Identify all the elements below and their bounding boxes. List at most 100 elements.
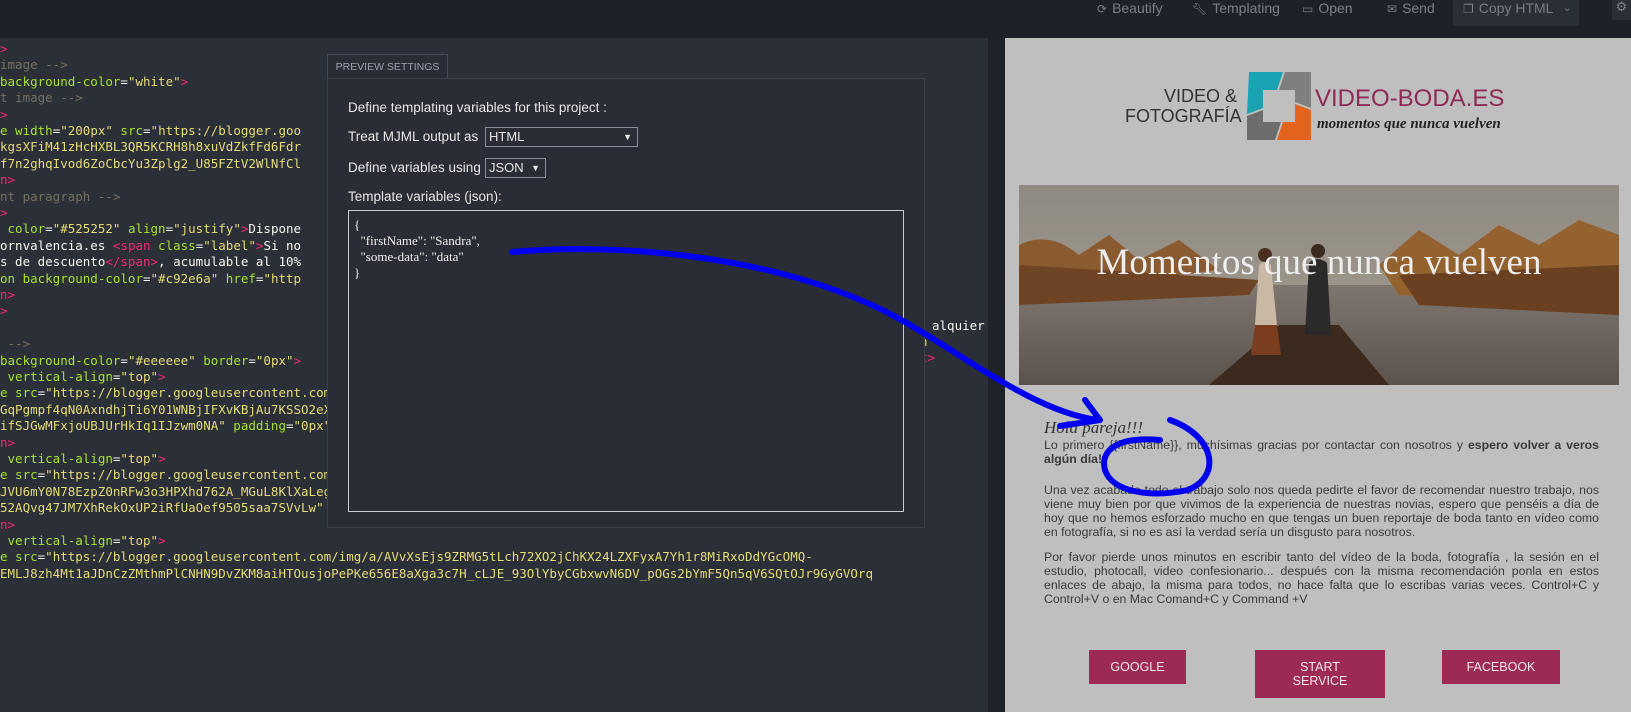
hero-image: Momentos que nunca vuelven bbox=[1019, 185, 1619, 385]
hero-title: Momentos que nunca vuelven bbox=[1096, 242, 1542, 283]
logo-left-text: VIDEO & FOTOGRAFÍA bbox=[1125, 86, 1242, 126]
beautify-label: Beautify bbox=[1112, 0, 1163, 16]
code-line: n> bbox=[0, 434, 15, 451]
code-token: EMLJ8zh4Mt1aJDnCzZMthmPlCNHN9DvZKM8aiHTO… bbox=[0, 565, 873, 581]
vars-select[interactable]: JSON ▼ bbox=[485, 158, 546, 178]
code-token: href bbox=[218, 270, 256, 286]
folder-icon: ▭ bbox=[1302, 2, 1314, 16]
code-token: n> bbox=[0, 287, 16, 302]
code-token: > bbox=[158, 533, 166, 548]
code-token: kgsXFiM41zHcHXBL3QR5KCRH8h8xuVdZkfFd6Fdr bbox=[0, 139, 302, 155]
beautify-button[interactable]: ⟳ Beautify bbox=[1097, 0, 1163, 17]
code-line: background-color="white"> bbox=[0, 73, 188, 90]
code-token: ifSJGwMFxjoUBJUrHkIq1IJzwm0NA" bbox=[0, 418, 226, 434]
envelope-icon: ✉ bbox=[1387, 2, 1398, 16]
code-token: "http bbox=[263, 270, 302, 286]
code-token: Si no bbox=[263, 237, 302, 253]
start-service-button[interactable]: START SERVICE bbox=[1255, 650, 1385, 698]
code-token: = bbox=[248, 352, 256, 368]
code-line-fragment: alquier bbox=[932, 317, 985, 334]
code-token: --> bbox=[0, 336, 31, 352]
code-line: vertical-align="top"> bbox=[0, 450, 166, 467]
code-token: > bbox=[158, 369, 166, 384]
code-token: > bbox=[0, 41, 8, 56]
code-line: n> bbox=[0, 286, 15, 303]
code-token: "white" bbox=[127, 73, 181, 89]
vars-value: JSON bbox=[489, 160, 524, 175]
copy-html-button[interactable]: ❐ Copy HTML ⌄ bbox=[1453, 0, 1579, 26]
code-token: f7n2ghqIvod6ZoCbcYu3Zplg2_U85FZtV2WlNfCl bbox=[0, 155, 302, 171]
json-textarea[interactable]: { "firstName": "Sandra", "some-data": "d… bbox=[348, 210, 904, 512]
code-token: "justify" bbox=[173, 221, 241, 237]
greeting: Hola pareja!!! bbox=[1044, 418, 1143, 437]
code-token: s de descuento bbox=[0, 254, 106, 270]
code-token: "0px" bbox=[293, 418, 332, 434]
code-token: = bbox=[143, 123, 151, 138]
code-token: border bbox=[195, 352, 249, 368]
select-arrow-icon: ▼ bbox=[531, 163, 540, 173]
code-token: vertical-align bbox=[0, 451, 113, 466]
logo-grey-shape bbox=[1279, 72, 1311, 108]
code-token: align bbox=[120, 221, 166, 237]
vars-label: Define variables using bbox=[348, 160, 481, 175]
code-token: n> bbox=[0, 172, 16, 188]
output-label: Treat MJML output as bbox=[348, 129, 479, 144]
code-token: <span bbox=[112, 237, 151, 253]
code-token: > bbox=[0, 303, 8, 319]
facebook-button[interactable]: FACEBOOK bbox=[1442, 650, 1560, 684]
code-token: n> bbox=[0, 434, 16, 450]
copy-icon: ❐ bbox=[1463, 2, 1474, 16]
logo: VIDEO & FOTOGRAFÍA VIDEO-BODA.ES momento… bbox=[1125, 68, 1525, 148]
code-token: > bbox=[0, 106, 8, 122]
code-token: > bbox=[293, 352, 302, 368]
code-line: kgsXFiM41zHcHXBL3QR5KCRH8h8xuVdZkfFd6Fdr bbox=[0, 138, 301, 155]
code-token: e width bbox=[0, 123, 53, 138]
code-line: nt paragraph --> bbox=[0, 188, 120, 205]
code-token: = bbox=[45, 221, 53, 237]
code-token: "https://blogger.goo bbox=[150, 123, 302, 138]
code-line: > bbox=[0, 302, 8, 319]
logo-orange-shape bbox=[1277, 104, 1311, 140]
code-token: "https://blogger.googleusercontent.com/i… bbox=[45, 549, 813, 565]
code-token: > bbox=[180, 73, 189, 89]
code-token: 52AQvg47JM7XhRekOxUP2iRfUaOef9505saa7SVv… bbox=[0, 500, 324, 516]
templating-button[interactable]: 🔧︎ Templating bbox=[1192, 0, 1280, 17]
code-token: , acumulable al 10% bbox=[158, 254, 302, 270]
code-token: </span> bbox=[105, 254, 159, 270]
code-token: = bbox=[120, 352, 128, 368]
paragraph-2: Una vez acabado todo el trabajo solo nos… bbox=[1044, 483, 1599, 539]
logo-mark bbox=[1247, 72, 1311, 140]
gear-icon[interactable]: ⚙ bbox=[1612, 0, 1631, 20]
email-preview: VIDEO & FOTOGRAFÍA VIDEO-BODA.ES momento… bbox=[1005, 38, 1631, 712]
code-token: Dispone bbox=[248, 221, 302, 237]
select-arrow-icon: ▼ bbox=[623, 132, 632, 142]
code-token: color bbox=[0, 221, 46, 237]
code-line: vertical-align="top"> bbox=[0, 532, 166, 549]
preview-settings-tab[interactable]: PREVIEW SETTINGS bbox=[327, 54, 448, 79]
code-token: = bbox=[286, 418, 294, 434]
intro-label: Define templating variables for this pro… bbox=[348, 100, 607, 115]
copy-icon-wrap: ❐ Copy HTML bbox=[1463, 0, 1553, 17]
code-token: "200px" bbox=[60, 123, 113, 138]
logo-brand-text: VIDEO-BODA.ES bbox=[1315, 85, 1505, 112]
logo-teal-shape bbox=[1247, 72, 1283, 114]
code-line: e width="200px" src="https://blogger.goo bbox=[0, 122, 301, 139]
code-line: > bbox=[0, 40, 8, 57]
code-token: ornvalencia.es bbox=[0, 237, 113, 253]
code-line: n> bbox=[0, 516, 15, 533]
open-button[interactable]: ▭ Open bbox=[1302, 0, 1353, 17]
code-line: s de descuento</span>, acumulable al 10% bbox=[0, 253, 301, 270]
send-button[interactable]: ✉ Send bbox=[1387, 0, 1435, 17]
output-select[interactable]: HTML ▼ bbox=[485, 127, 638, 147]
code-token: vertical-align bbox=[0, 369, 113, 384]
open-label: Open bbox=[1318, 0, 1353, 16]
code-token: "top" bbox=[120, 533, 159, 548]
copy-html-label: Copy HTML bbox=[1478, 0, 1554, 16]
code-line: --> bbox=[0, 335, 31, 352]
templating-label: Templating bbox=[1212, 0, 1280, 16]
code-token: "label" bbox=[203, 237, 256, 253]
google-button[interactable]: GOOGLE bbox=[1089, 650, 1186, 684]
editor-scrollbar[interactable] bbox=[988, 38, 1005, 712]
code-line: color="#525252" align="justify">Dispone bbox=[0, 220, 302, 237]
refresh-icon: ⟳ bbox=[1097, 2, 1108, 16]
